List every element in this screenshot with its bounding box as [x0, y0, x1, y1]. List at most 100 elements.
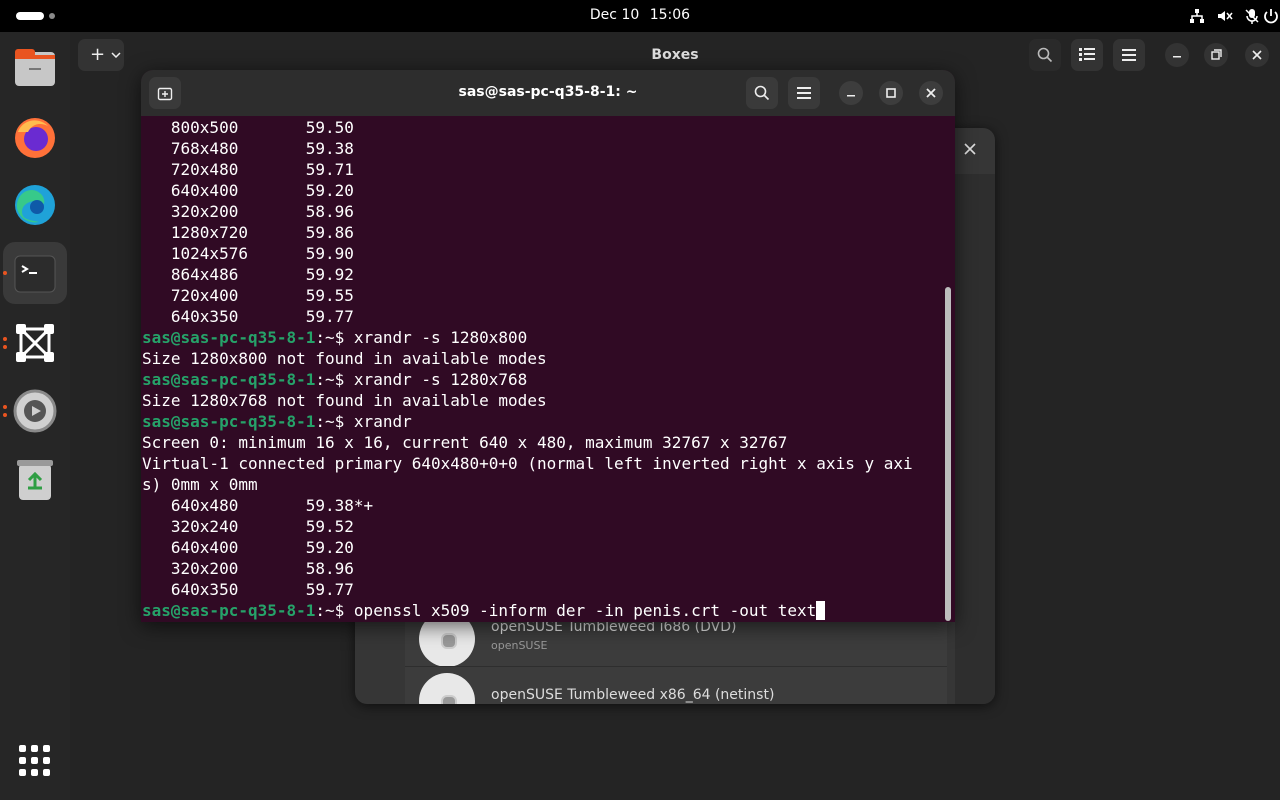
dock-terminal[interactable]	[3, 242, 67, 304]
dock-trash[interactable]	[3, 448, 67, 510]
output-text: 320x200 58.96	[142, 202, 354, 221]
terminal-search-button[interactable]	[746, 77, 778, 109]
search-icon	[1037, 47, 1053, 63]
hamburger-menu-icon	[797, 87, 811, 99]
terminal-icon	[14, 255, 56, 293]
boxes-icon	[16, 324, 54, 362]
boxes-menu-button[interactable]	[1113, 39, 1145, 71]
microphone-icon[interactable]	[1243, 7, 1261, 25]
output-text: 640x350 59.77	[142, 307, 354, 326]
output-text: Virtual-1 connected primary 640x480+0+0 …	[142, 454, 913, 473]
terminal-output-line: 1280x720 59.86	[142, 222, 942, 243]
terminal-command-line: sas@sas-pc-q35-8-1:~$ xrandr -s 1280x768	[142, 369, 942, 390]
dock-boxes[interactable]	[3, 312, 67, 374]
dock-files[interactable]	[3, 38, 67, 100]
terminal-command-line: sas@sas-pc-q35-8-1:~$ xrandr	[142, 411, 942, 432]
prompt-suffix: :~$	[315, 412, 354, 431]
output-text: 640x400 59.20	[142, 181, 354, 200]
boxes-list-view-button[interactable]	[1071, 39, 1103, 71]
terminal-title: sas@sas-pc-q35-8-1: ~	[458, 84, 638, 100]
terminal-output-line: 640x350 59.77	[142, 306, 942, 327]
command-text: xrandr -s 1280x768	[353, 370, 528, 389]
speaker-muted-icon[interactable]	[1216, 7, 1234, 25]
trash-icon	[17, 460, 53, 500]
terminal-output-line: s) 0mm x 0mm	[142, 474, 942, 495]
terminal-output-line: 640x400 59.20	[142, 537, 942, 558]
text-cursor	[816, 601, 826, 620]
output-text: 640x480 59.38*+	[142, 496, 374, 515]
boxes-minimize-button[interactable]	[1165, 43, 1189, 67]
terminal-close-button[interactable]	[919, 81, 943, 105]
terminal-output-line: 1024x576 59.90	[142, 243, 942, 264]
firefox-icon	[15, 118, 55, 158]
terminal-scrollbar[interactable]	[945, 287, 951, 621]
dock-settings[interactable]	[3, 380, 67, 442]
boxes-running-indicator-2	[3, 345, 7, 349]
terminal-minimize-button[interactable]	[839, 81, 863, 105]
disc-icon	[419, 673, 475, 704]
close-icon	[1252, 50, 1262, 60]
terminal-output-line: 800x500 59.50	[142, 117, 942, 138]
minimize-icon	[847, 95, 855, 97]
prompt-suffix: :~$	[315, 601, 354, 620]
terminal-output-line: 720x480 59.71	[142, 159, 942, 180]
terminal-output[interactable]: 800x500 59.50 768x480 59.38 720x480 59.7…	[142, 116, 942, 622]
terminal-menu-button[interactable]	[788, 77, 820, 109]
dialog-close-icon[interactable]	[963, 142, 977, 156]
output-text: 1280x720 59.86	[142, 223, 354, 242]
settings-icon	[13, 389, 57, 433]
clock-time: 15:06	[649, 7, 691, 23]
terminal-output-line: Screen 0: minimum 16 x 16, current 640 x…	[142, 432, 942, 453]
output-text: 720x400 59.55	[142, 286, 354, 305]
terminal-output-line: 768x480 59.38	[142, 138, 942, 159]
output-text: Screen 0: minimum 16 x 16, current 640 x…	[142, 433, 788, 452]
terminal-output-line: 640x350 59.77	[142, 579, 942, 600]
terminal-window[interactable]: sas@sas-pc-q35-8-1: ~ 800x500 59.50 768x…	[141, 70, 955, 622]
boxes-search-button[interactable]	[1029, 39, 1061, 71]
settings-running-indicator-2	[3, 413, 7, 417]
output-text: Size 1280x768 not found in available mod…	[142, 391, 547, 410]
output-text: 320x240 59.52	[142, 517, 354, 536]
shell-prompt: sas@sas-pc-q35-8-1	[142, 412, 316, 431]
edge-icon	[15, 185, 55, 225]
dock-firefox[interactable]	[3, 106, 67, 168]
prompt-suffix: :~$	[315, 370, 354, 389]
command-text: xrandr	[353, 412, 412, 431]
terminal-output-line: 320x200 58.96	[142, 558, 942, 579]
dock-edge[interactable]	[3, 174, 67, 236]
minimize-icon	[1173, 56, 1181, 58]
maximize-icon	[886, 88, 896, 98]
output-text: 1024x576 59.90	[142, 244, 354, 263]
files-icon	[15, 49, 55, 86]
os-vendor: openSUSE	[491, 639, 548, 652]
output-text: 640x400 59.20	[142, 538, 354, 557]
os-name: openSUSE Tumbleweed x86_64 (netinst)	[491, 687, 775, 703]
terminal-output-line: Size 1280x800 not found in available mod…	[142, 348, 942, 369]
output-text: 720x480 59.71	[142, 160, 354, 179]
command-text: xrandr -s 1280x800	[353, 328, 528, 347]
shell-prompt: sas@sas-pc-q35-8-1	[142, 328, 316, 347]
command-text: openssl x509 -inform der -in penis.crt -…	[353, 601, 817, 620]
network-icon[interactable]	[1188, 7, 1206, 25]
terminal-output-line: 864x486 59.92	[142, 264, 942, 285]
list-view-icon	[1079, 48, 1095, 61]
restore-icon	[1211, 49, 1222, 60]
dialog-side-panel	[955, 174, 995, 704]
terminal-output-line: Size 1280x768 not found in available mod…	[142, 390, 942, 411]
output-text: 864x486 59.92	[142, 265, 354, 284]
terminal-output-line: 640x480 59.38*+	[142, 495, 942, 516]
top-bar: Dec 10 15:06	[0, 0, 1280, 32]
boxes-restore-button[interactable]	[1204, 43, 1228, 67]
app-grid-icon[interactable]	[19, 745, 51, 777]
terminal-output-line: 720x400 59.55	[142, 285, 942, 306]
terminal-output-line: 320x240 59.52	[142, 516, 942, 537]
power-icon[interactable]	[1262, 7, 1280, 25]
os-list-item[interactable]: openSUSE Tumbleweed x86_64 (netinst)	[405, 666, 947, 704]
clock-date: Dec 10	[589, 7, 640, 23]
shell-prompt: sas@sas-pc-q35-8-1	[142, 370, 316, 389]
terminal-command-line: sas@sas-pc-q35-8-1:~$ xrandr -s 1280x800	[142, 327, 942, 348]
boxes-close-button[interactable]	[1245, 43, 1269, 67]
output-text: 800x500 59.50	[142, 118, 354, 137]
terminal-maximize-button[interactable]	[879, 81, 903, 105]
clock[interactable]: Dec 10 15:06	[0, 7, 1280, 23]
